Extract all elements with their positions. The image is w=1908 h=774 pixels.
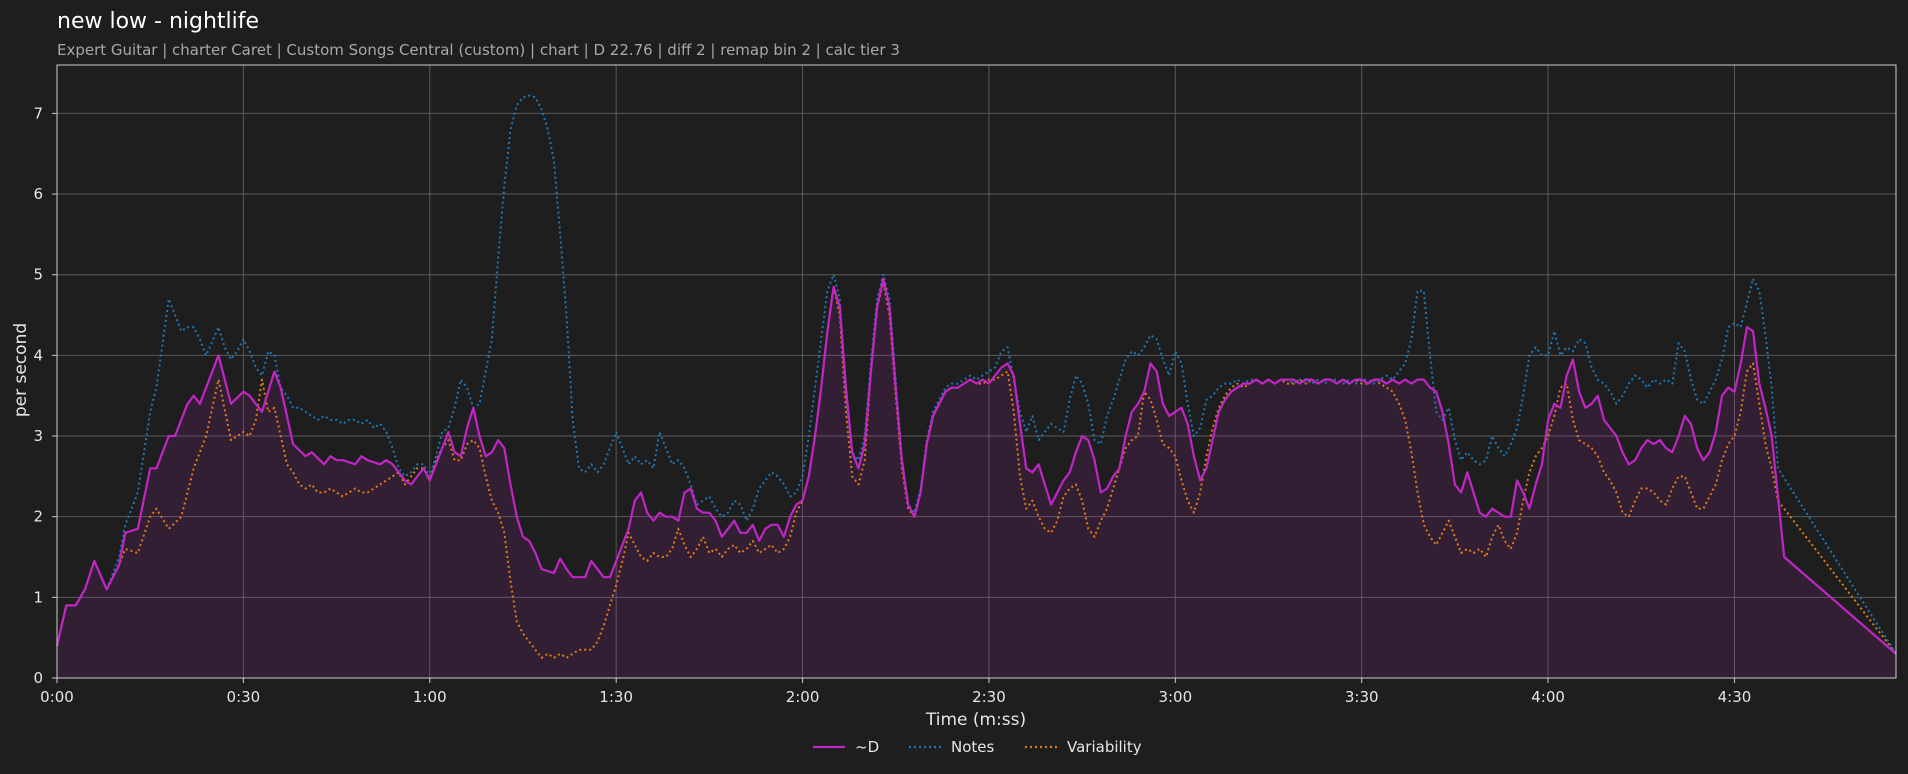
chart-canvas: new low - nightlife Expert Guitar | char… xyxy=(11,9,1897,756)
legend-label: Variability xyxy=(1067,738,1142,756)
y-tick-label: 5 xyxy=(33,266,43,284)
y-tick-label: 1 xyxy=(33,588,43,606)
x-tick-label: 0:00 xyxy=(40,688,74,706)
y-tick-label: 4 xyxy=(33,346,43,364)
x-tick-label: 1:30 xyxy=(599,688,633,706)
area-fill xyxy=(57,278,1896,678)
y-tick-label: 7 xyxy=(33,104,43,122)
series-area-fill xyxy=(57,278,1896,678)
y-tick-label: 3 xyxy=(33,427,43,445)
y-tick-label: 2 xyxy=(33,508,43,526)
y-axis-ticks: 0 1 2 3 4 5 6 7 xyxy=(33,104,57,687)
x-tick-label: 0:30 xyxy=(227,688,261,706)
x-tick-label: 2:30 xyxy=(972,688,1006,706)
x-tick-label: 2:00 xyxy=(786,688,820,706)
x-axis-label: Time (m:ss) xyxy=(925,710,1026,730)
legend: ~D Notes Variability xyxy=(813,738,1142,756)
y-tick-label: 0 xyxy=(33,669,43,687)
x-tick-label: 4:00 xyxy=(1531,688,1565,706)
y-tick-label: 6 xyxy=(33,185,43,203)
legend-label: Notes xyxy=(951,738,995,756)
x-tick-label: 3:00 xyxy=(1158,688,1192,706)
legend-label: ~D xyxy=(855,738,879,756)
x-tick-label: 1:00 xyxy=(413,688,447,706)
chart-subtitle: Expert Guitar | charter Caret | Custom S… xyxy=(57,41,900,59)
y-axis-label: per second xyxy=(11,323,31,417)
x-tick-label: 3:30 xyxy=(1345,688,1379,706)
x-axis-ticks: 0:00 0:30 1:00 1:30 2:00 2:30 3:00 3:30 4:00 4:30 xyxy=(40,678,1751,706)
x-tick-label: 4:30 xyxy=(1718,688,1752,706)
chart-title: new low - nightlife xyxy=(57,9,259,34)
